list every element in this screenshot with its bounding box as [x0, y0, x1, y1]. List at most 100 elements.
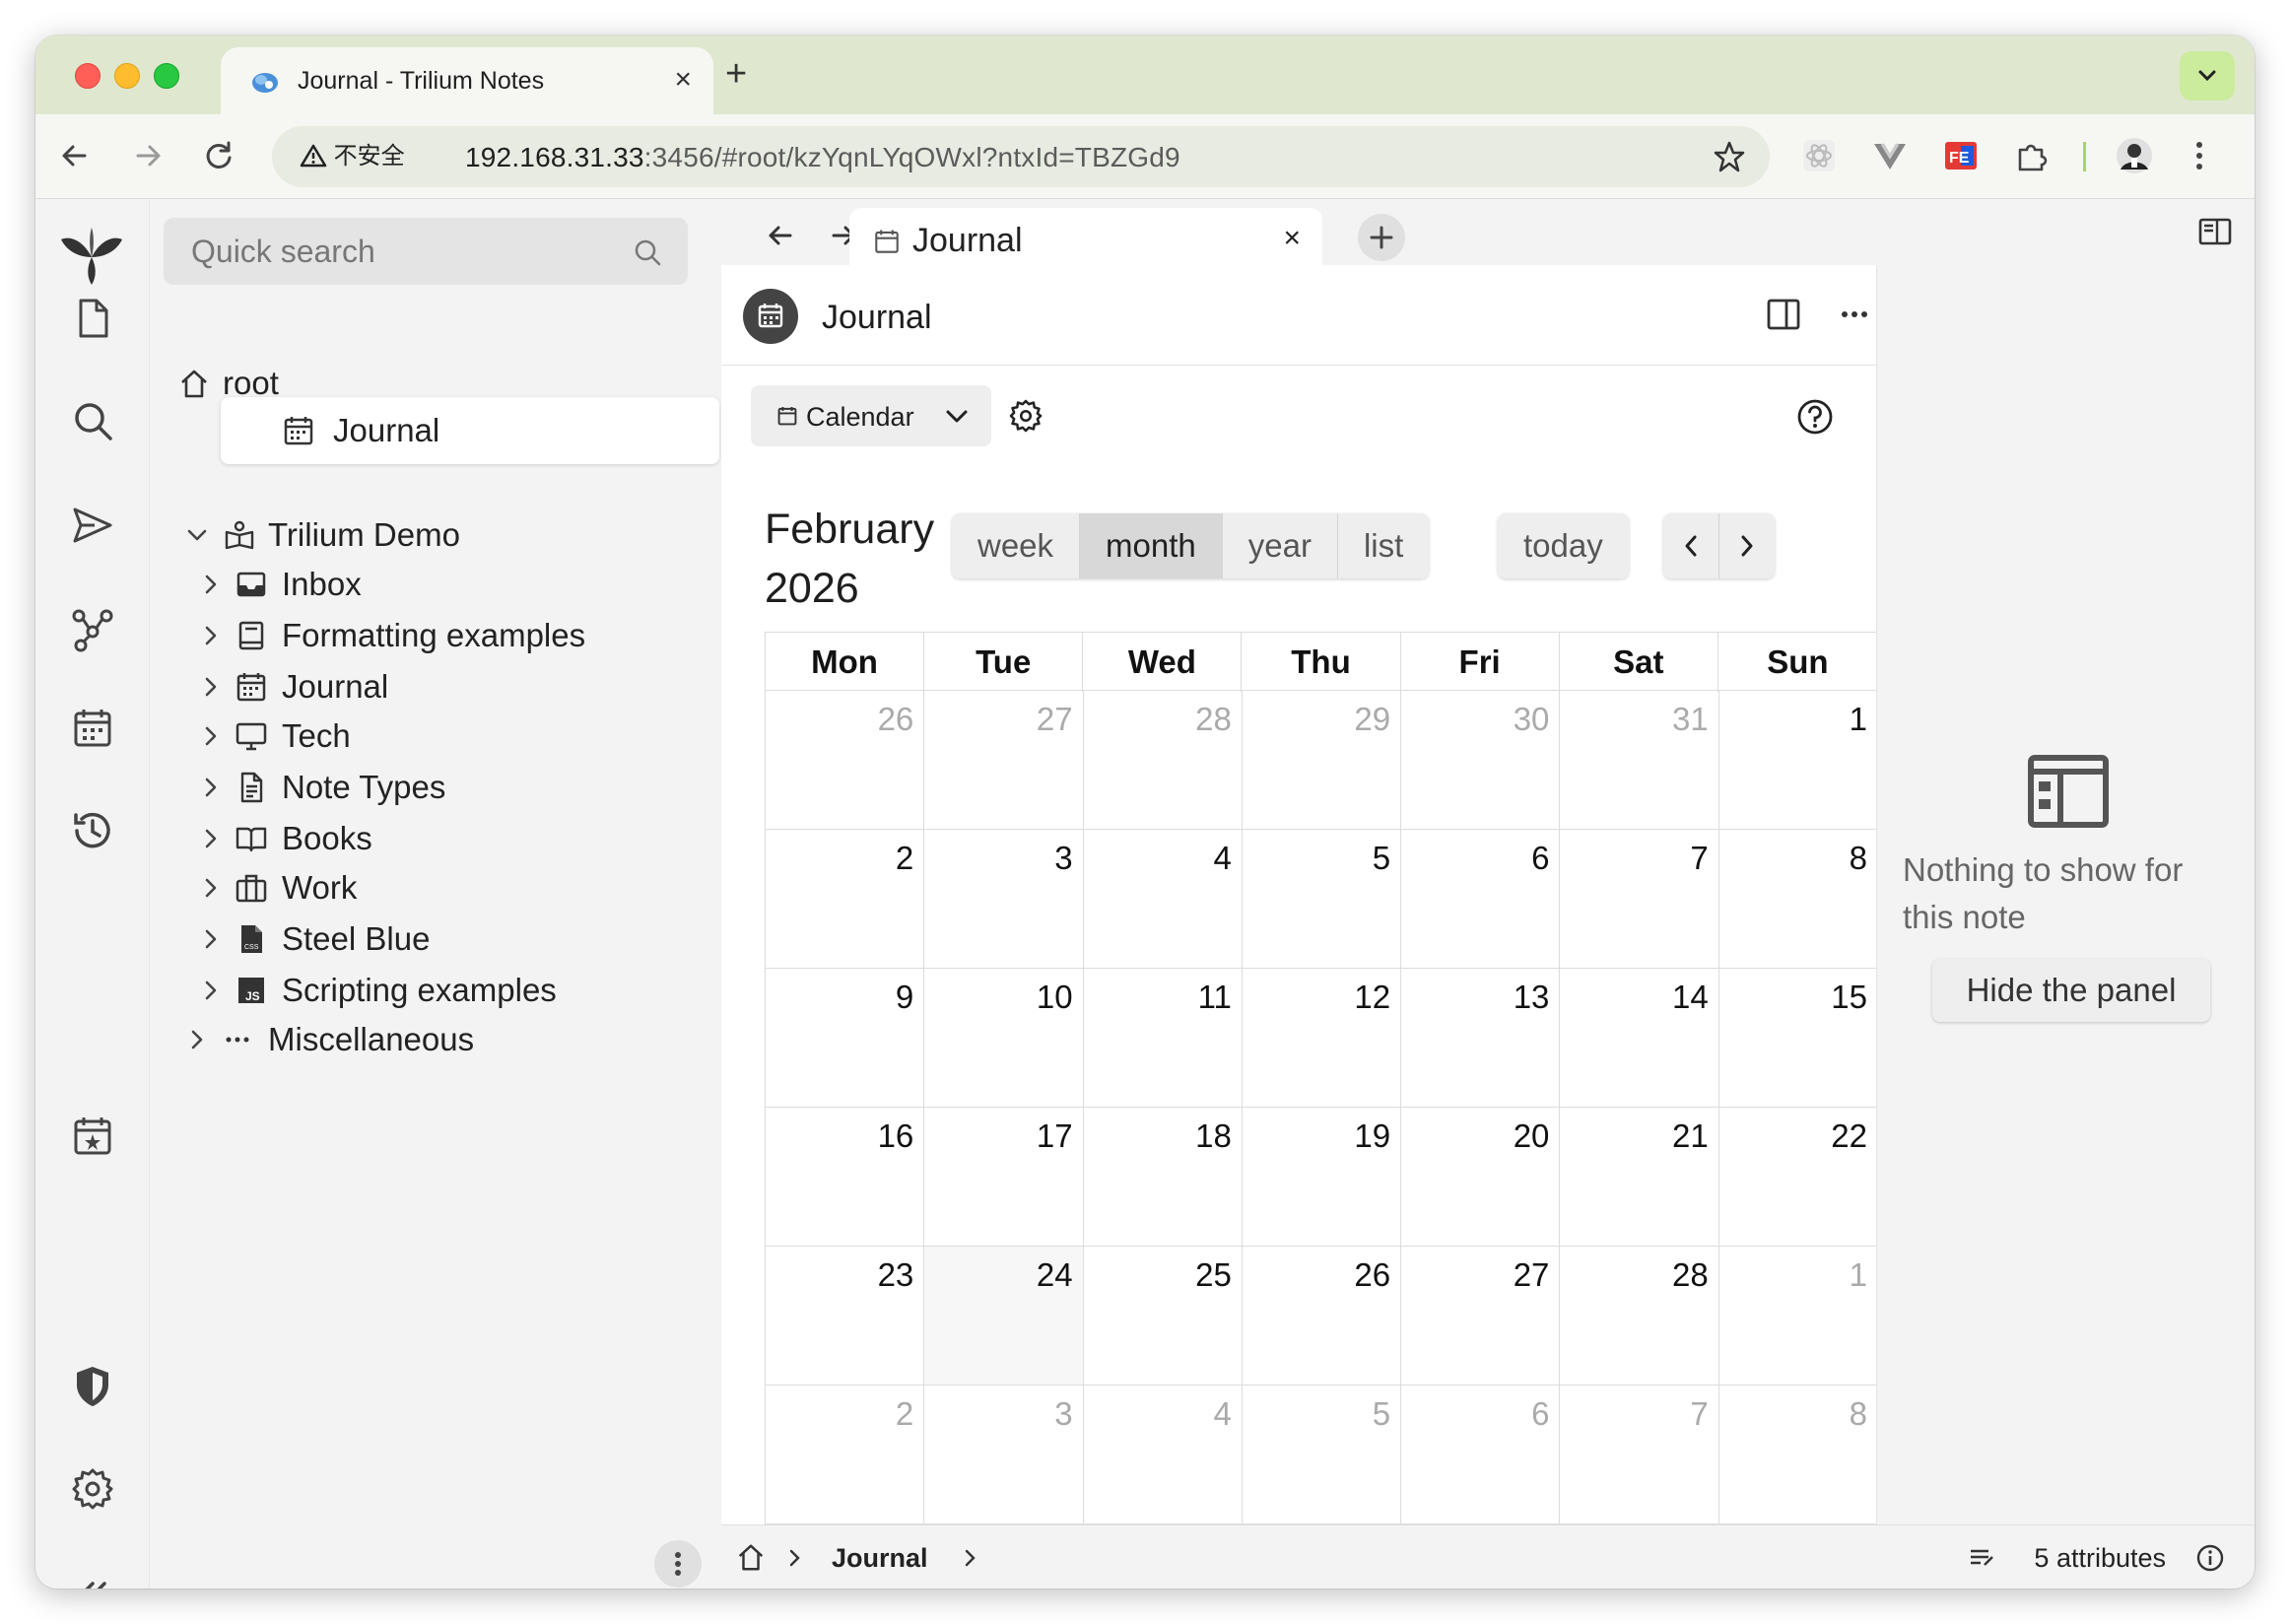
address-bar[interactable]: 不安全 192.168.31.33:3456/#root/kzYqnLYqOWx… — [272, 126, 1770, 187]
day-number[interactable]: 13 — [1514, 979, 1550, 1015]
recent-changes-icon[interactable] — [69, 807, 116, 854]
day-number[interactable]: 3 — [1054, 1395, 1072, 1432]
day-number[interactable]: 2 — [896, 1395, 913, 1432]
day-number[interactable]: 3 — [1054, 840, 1072, 876]
info-icon[interactable] — [2195, 1543, 2225, 1573]
day-cell[interactable]: 19 — [1242, 1108, 1402, 1247]
day-cell[interactable]: 17 — [924, 1108, 1084, 1247]
hide-panel-button[interactable]: Hide the panel — [1932, 959, 2210, 1022]
collapse-sidebar-icon[interactable] — [69, 1570, 116, 1589]
browser-menu-icon[interactable] — [2180, 136, 2219, 175]
day-cell[interactable]: 23 — [766, 1247, 925, 1386]
day-cell-other-month[interactable]: 1 — [1718, 1247, 1878, 1386]
help-icon[interactable] — [1795, 397, 1835, 437]
day-cell-other-month[interactable]: 3 — [924, 1386, 1084, 1524]
search-icon[interactable] — [69, 397, 116, 444]
day-number[interactable]: 31 — [1672, 701, 1709, 737]
minimize-window-button[interactable] — [114, 63, 140, 89]
day-cell[interactable]: 25 — [1083, 1247, 1243, 1386]
day-number[interactable]: 5 — [1373, 840, 1390, 876]
chevron-right-icon[interactable] — [199, 776, 223, 799]
new-browser-tab-button[interactable]: + — [725, 53, 747, 96]
day-number[interactable]: 1 — [1850, 1256, 1867, 1293]
day-cell-today[interactable]: 24 — [924, 1247, 1084, 1386]
attributes-count[interactable]: 5 attributes — [2034, 1543, 2166, 1574]
day-number[interactable]: 16 — [878, 1117, 914, 1154]
day-cell[interactable]: 16 — [766, 1108, 925, 1247]
day-cell[interactable]: 3 — [924, 830, 1084, 969]
day-number[interactable]: 22 — [1831, 1117, 1867, 1154]
tree-menu-button[interactable] — [654, 1540, 702, 1588]
back-arrow-icon[interactable] — [55, 136, 95, 175]
day-number[interactable]: 15 — [1831, 979, 1867, 1015]
maximize-window-button[interactable] — [154, 63, 179, 89]
day-number[interactable]: 8 — [1850, 840, 1867, 876]
day-cell[interactable]: 15 — [1718, 969, 1878, 1108]
trilium-logo-icon[interactable] — [57, 224, 126, 287]
day-cell[interactable]: 26 — [1242, 1247, 1402, 1386]
day-cell[interactable]: 27 — [1401, 1247, 1561, 1386]
day-number[interactable]: 20 — [1514, 1117, 1550, 1154]
day-cell-other-month[interactable]: 27 — [924, 691, 1084, 830]
week-view-button[interactable]: week — [952, 513, 1081, 578]
day-number[interactable]: 2 — [896, 840, 913, 876]
next-month-button[interactable] — [1719, 513, 1775, 578]
day-number[interactable]: 18 — [1195, 1117, 1232, 1154]
extensions-puzzle-icon[interactable] — [2012, 136, 2052, 175]
day-number[interactable]: 30 — [1514, 701, 1550, 737]
chevron-right-icon[interactable] — [199, 724, 223, 748]
day-cell-other-month[interactable]: 4 — [1083, 1386, 1243, 1524]
day-cell[interactable]: 22 — [1718, 1108, 1878, 1247]
day-number[interactable]: 26 — [1354, 1256, 1390, 1293]
search-icon[interactable] — [633, 237, 662, 267]
chevron-right-icon[interactable] — [199, 927, 223, 951]
day-number[interactable]: 8 — [1850, 1395, 1867, 1432]
day-number[interactable]: 1 — [1850, 701, 1867, 737]
day-cell[interactable]: 21 — [1560, 1108, 1719, 1247]
chevron-right-icon[interactable] — [199, 979, 223, 1002]
chevron-right-icon[interactable] — [199, 675, 223, 699]
protected-session-icon[interactable] — [69, 1363, 116, 1410]
close-window-button[interactable] — [75, 63, 101, 89]
day-cell[interactable]: 28 — [1560, 1247, 1719, 1386]
tree-item-journal-active[interactable]: Journal — [221, 397, 719, 464]
tree-item-miscellaneous[interactable]: Miscellaneous — [164, 1006, 688, 1073]
day-number[interactable]: 4 — [1213, 840, 1231, 876]
tab-search-button[interactable] — [2180, 51, 2235, 101]
day-cell-other-month[interactable]: 7 — [1560, 1386, 1719, 1524]
profile-avatar-icon[interactable] — [2115, 136, 2154, 175]
day-cell-other-month[interactable]: 26 — [766, 691, 925, 830]
day-number[interactable]: 28 — [1195, 701, 1232, 737]
day-number[interactable]: 6 — [1531, 1395, 1549, 1432]
day-cell-other-month[interactable]: 29 — [1242, 691, 1402, 830]
day-cell-other-month[interactable]: 5 — [1242, 1386, 1402, 1524]
day-number[interactable]: 23 — [878, 1256, 914, 1293]
forward-arrow-icon[interactable] — [128, 136, 168, 175]
send-icon[interactable] — [69, 502, 116, 549]
month-view-button[interactable]: month — [1080, 513, 1223, 578]
breadcrumb-journal[interactable]: Journal — [832, 1543, 928, 1574]
settings-gear-icon[interactable] — [1007, 397, 1044, 435]
split-view-icon[interactable] — [1764, 295, 1803, 334]
day-number[interactable]: 19 — [1354, 1117, 1390, 1154]
add-note-tab-button[interactable] — [1358, 214, 1405, 261]
browser-tab-active[interactable]: Journal - Trilium Notes × — [221, 47, 713, 114]
day-cell[interactable]: 20 — [1401, 1108, 1561, 1247]
day-cell-other-month[interactable]: 30 — [1401, 691, 1561, 830]
new-note-icon[interactable] — [69, 295, 116, 342]
day-cell[interactable]: 5 — [1242, 830, 1402, 969]
day-cell[interactable]: 11 — [1083, 969, 1243, 1108]
back-arrow-icon[interactable] — [761, 216, 800, 255]
vue-extension-icon[interactable] — [1870, 136, 1910, 175]
more-options-icon[interactable] — [1835, 295, 1874, 334]
day-number[interactable]: 27 — [1037, 701, 1073, 737]
day-cell[interactable]: 2 — [766, 830, 925, 969]
not-secure-indicator[interactable]: 不安全 — [290, 139, 419, 174]
day-cell-other-month[interactable]: 8 — [1718, 1386, 1878, 1524]
day-number[interactable]: 29 — [1354, 701, 1390, 737]
day-number[interactable]: 11 — [1198, 979, 1232, 1015]
day-cell[interactable]: 9 — [766, 969, 925, 1108]
note-icon-button[interactable] — [743, 289, 798, 344]
view-type-dropdown[interactable]: Calendar — [751, 385, 991, 446]
day-number[interactable]: 6 — [1531, 840, 1549, 876]
